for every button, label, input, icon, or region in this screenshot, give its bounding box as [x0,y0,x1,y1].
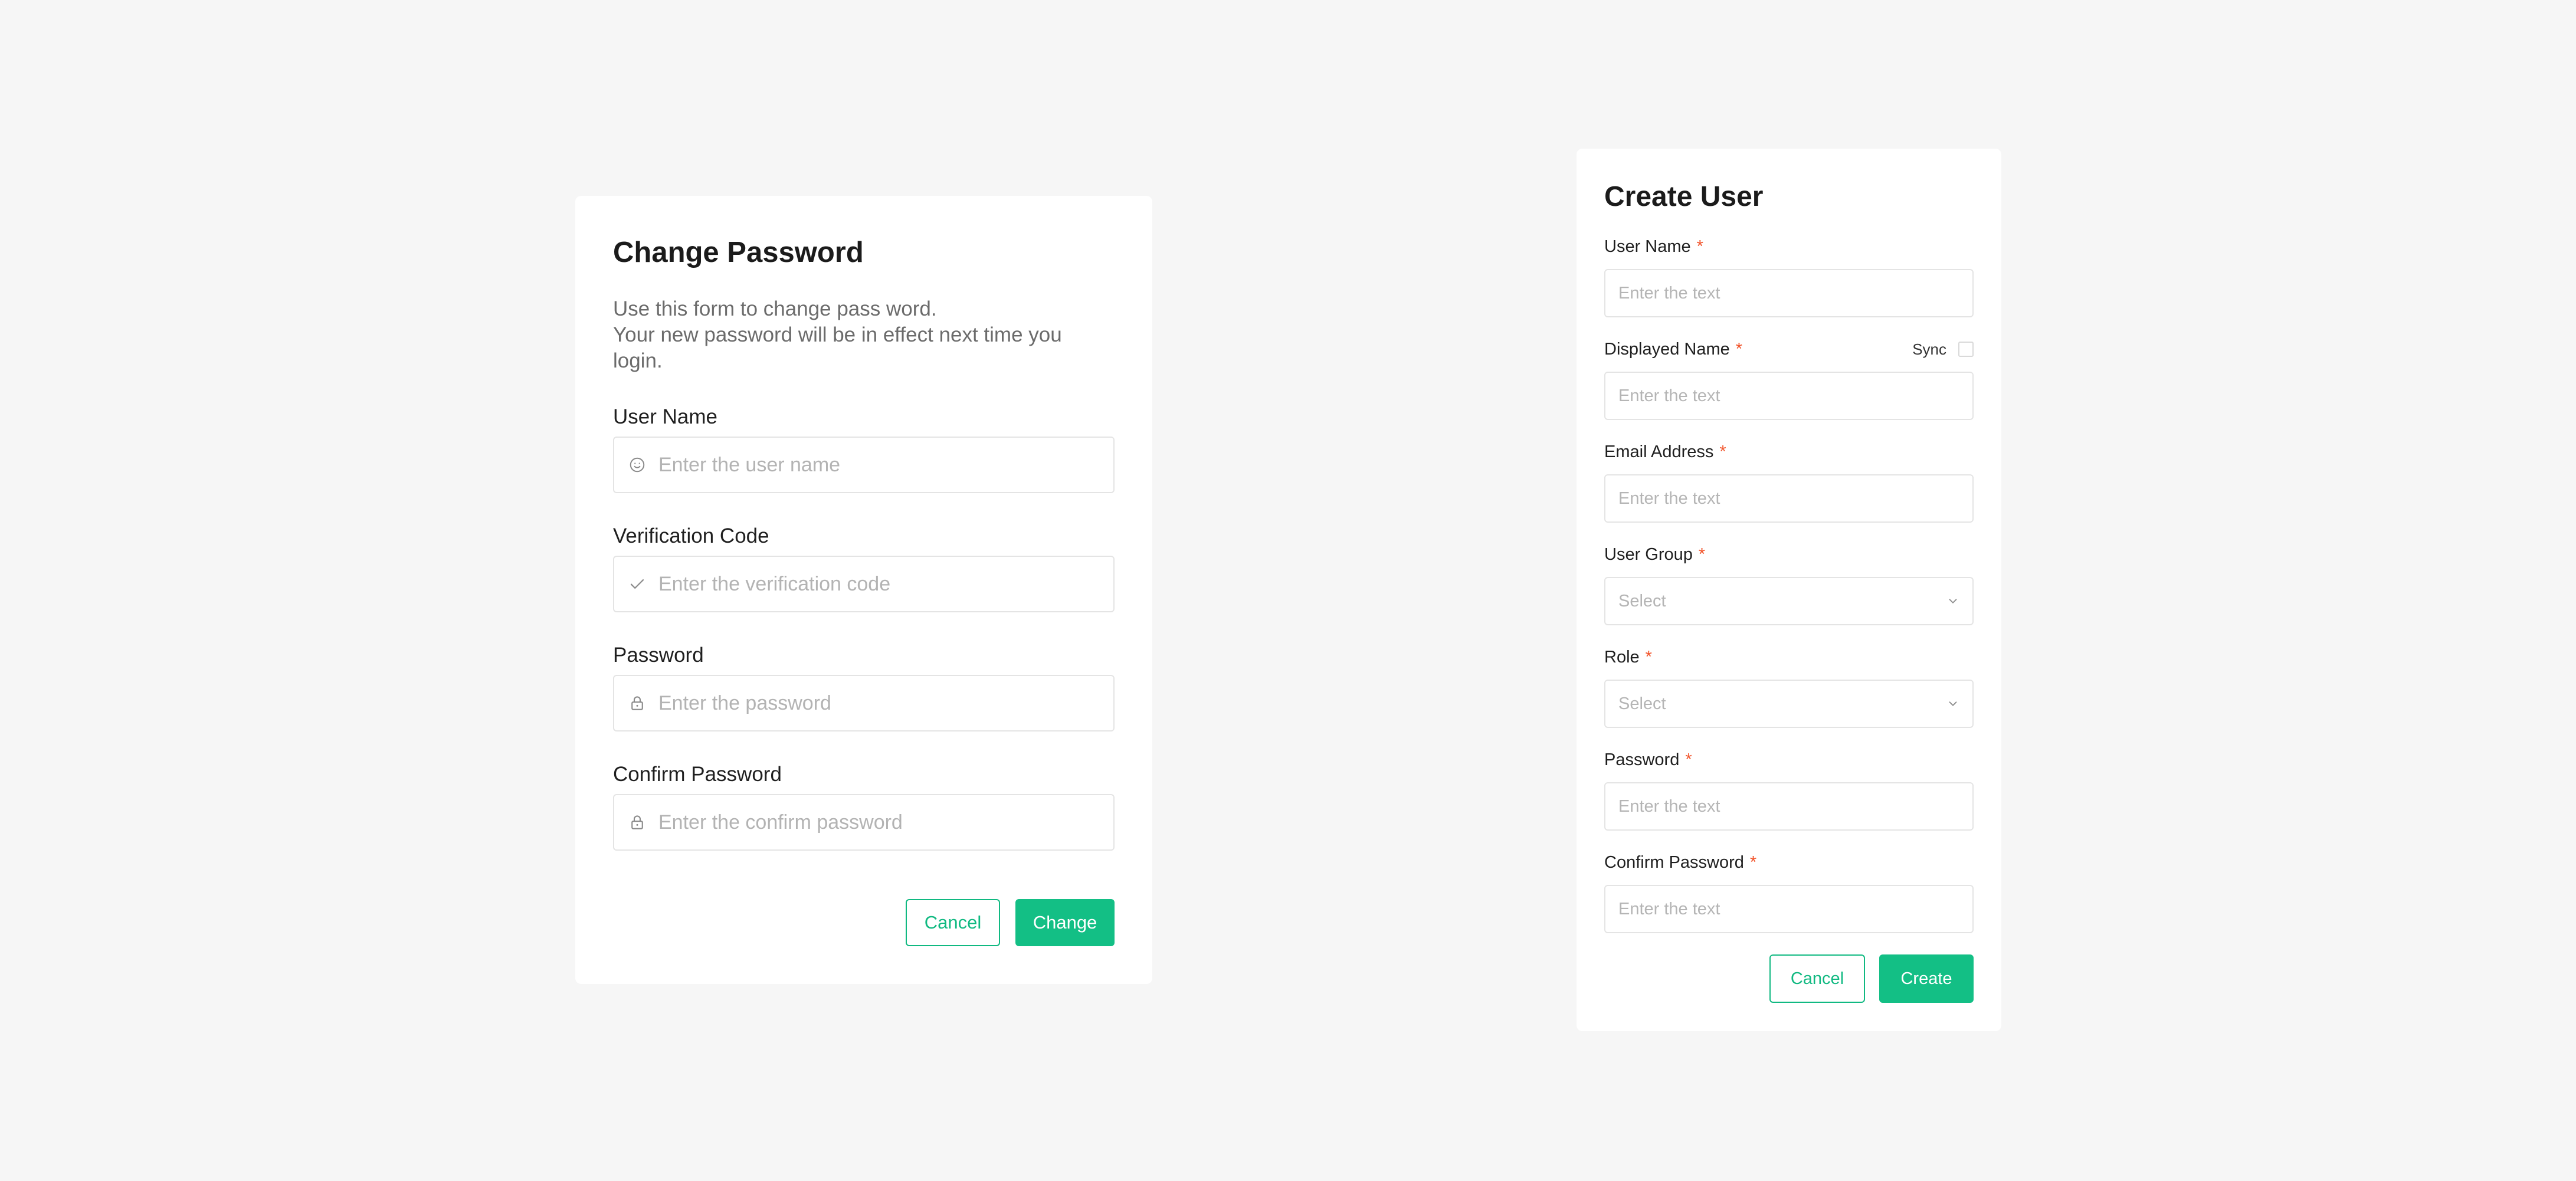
password-field: Password [613,643,1115,731]
role-select[interactable]: Select [1604,680,1974,728]
create-user-card: Create User User Name * Displayed Name *… [1577,149,2001,1031]
change-password-actions: Cancel Change [906,899,1115,946]
cu-password-input[interactable] [1618,796,1959,816]
password-input-box[interactable] [613,675,1115,731]
cu-user-name-label: User Name [1604,237,1691,256]
smiley-icon [630,457,645,473]
confirm-password-label: Confirm Password [613,763,782,786]
cu-password-input-box[interactable] [1604,782,1974,831]
cu-email-field: Email Address * [1604,440,1974,523]
chevron-down-icon [1949,701,1957,706]
create-user-actions: Cancel Create [1769,954,1974,1003]
confirm-password-input[interactable] [646,810,1113,835]
user-name-input[interactable] [646,452,1113,477]
required-mark: * [1719,442,1726,461]
required-mark: * [1685,750,1692,769]
cu-displayed-name-label: Displayed Name [1604,339,1730,359]
cu-displayed-name-input-box[interactable] [1604,372,1974,420]
description-line-1: Use this form to change pass word. [613,297,937,320]
required-mark: * [1645,647,1652,667]
cu-confirm-password-label: Confirm Password [1604,852,1744,872]
cu-email-label: Email Address [1604,442,1714,461]
cu-user-name-input[interactable] [1618,283,1959,303]
required-mark: * [1749,852,1757,872]
cu-email-input[interactable] [1618,488,1959,509]
change-password-title: Change Password [613,237,864,268]
required-mark: * [1696,237,1703,256]
user-name-label: User Name [613,405,717,428]
create-user-title: Create User [1604,181,1764,212]
verification-code-field: Verification Code [613,524,1115,612]
lock-icon [631,815,643,829]
chevron-down-icon [1949,599,1957,603]
cu-email-input-box[interactable] [1604,474,1974,523]
user-name-input-box[interactable] [613,437,1115,493]
cancel-button[interactable]: Cancel [906,899,1000,946]
description-line-2: Your new password will be in effect next… [613,323,1062,372]
confirm-password-field: Confirm Password [613,762,1115,851]
role-select-placeholder: Select [1618,694,1666,713]
cu-password-label: Password [1604,750,1680,769]
lock-icon [631,696,643,710]
verification-code-input-box[interactable] [613,556,1115,612]
verification-code-label: Verification Code [613,524,769,547]
create-button[interactable]: Create [1879,954,1974,1003]
user-name-field: User Name [613,405,1115,493]
password-input[interactable] [646,691,1113,716]
cu-confirm-password-input[interactable] [1618,899,1959,919]
sync-label: Sync [1912,340,1946,358]
cu-displayed-name-input[interactable] [1618,386,1959,406]
change-password-description: Use this form to change pass word. Your … [613,296,1115,374]
cu-user-group-label: User Group [1604,544,1693,564]
cu-role-field: Role * Select [1604,645,1974,728]
cu-confirm-password-input-box[interactable] [1604,885,1974,933]
required-mark: * [1735,339,1743,359]
cu-confirm-password-field: Confirm Password * [1604,851,1974,933]
cu-displayed-name-field: Displayed Name * Sync [1604,337,1974,420]
change-button[interactable]: Change [1015,899,1115,946]
password-label: Password [613,644,704,667]
verification-code-input[interactable] [646,572,1113,596]
required-mark: * [1698,544,1706,564]
cancel-button[interactable]: Cancel [1769,954,1865,1003]
cu-user-group-field: User Group * Select [1604,543,1974,625]
cu-password-field: Password * [1604,748,1974,831]
cu-role-label: Role [1604,647,1640,667]
sync-checkbox[interactable] [1958,342,1974,357]
confirm-password-input-box[interactable] [613,794,1115,851]
cu-user-name-field: User Name * [1604,235,1974,317]
sync-toggle[interactable]: Sync [1912,340,1974,359]
change-password-card: Change Password Use this form to change … [575,196,1152,984]
check-icon [630,579,644,589]
cu-user-name-input-box[interactable] [1604,269,1974,317]
user-group-select-placeholder: Select [1618,591,1666,611]
user-group-select[interactable]: Select [1604,577,1974,625]
